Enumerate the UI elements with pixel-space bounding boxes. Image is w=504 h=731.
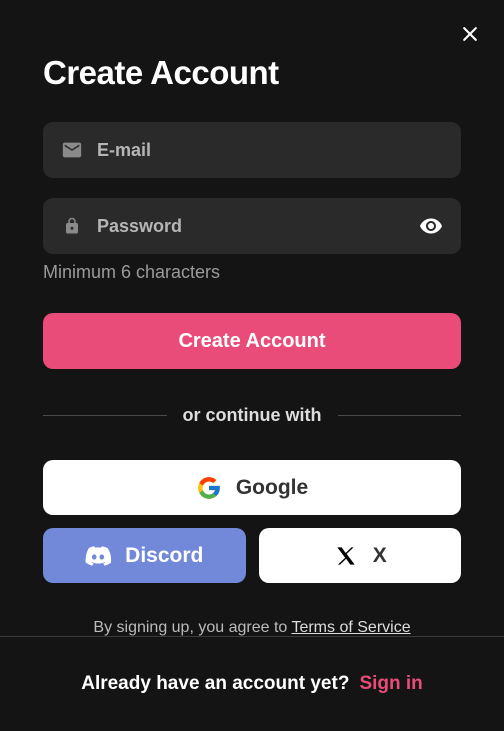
password-field[interactable] (97, 216, 419, 237)
terms-link[interactable]: Terms of Service (291, 619, 410, 636)
google-signin-button[interactable]: Google (43, 460, 461, 515)
x-button-label: X (373, 544, 387, 568)
google-button-label: Google (236, 476, 308, 500)
divider: or continue with (43, 405, 461, 426)
footer: Already have an account yet? Sign in (0, 637, 504, 731)
divider-line (43, 415, 167, 416)
discord-icon (85, 543, 111, 569)
page-title: Create Account (43, 54, 461, 92)
x-icon (333, 543, 359, 569)
eye-icon (419, 214, 443, 238)
close-button[interactable] (458, 22, 482, 46)
password-field-wrapper[interactable] (43, 198, 461, 254)
password-helper: Minimum 6 characters (43, 262, 461, 283)
signin-link[interactable]: Sign in (359, 673, 422, 695)
close-icon (460, 24, 480, 44)
footer-text: Already have an account yet? (81, 673, 349, 695)
toggle-password-visibility[interactable] (419, 214, 443, 238)
email-field-wrapper[interactable] (43, 122, 461, 178)
terms-prefix: By signing up, you agree to (93, 619, 291, 636)
divider-line (338, 415, 462, 416)
discord-signin-button[interactable]: Discord (43, 528, 246, 583)
terms-text: By signing up, you agree to Terms of Ser… (43, 619, 461, 637)
email-icon (61, 139, 83, 161)
google-icon (196, 475, 222, 501)
create-account-button[interactable]: Create Account (43, 313, 461, 369)
discord-button-label: Discord (125, 544, 203, 568)
email-field[interactable] (97, 140, 443, 161)
divider-text: or continue with (183, 405, 322, 426)
lock-icon (61, 215, 83, 237)
x-signin-button[interactable]: X (259, 528, 462, 583)
